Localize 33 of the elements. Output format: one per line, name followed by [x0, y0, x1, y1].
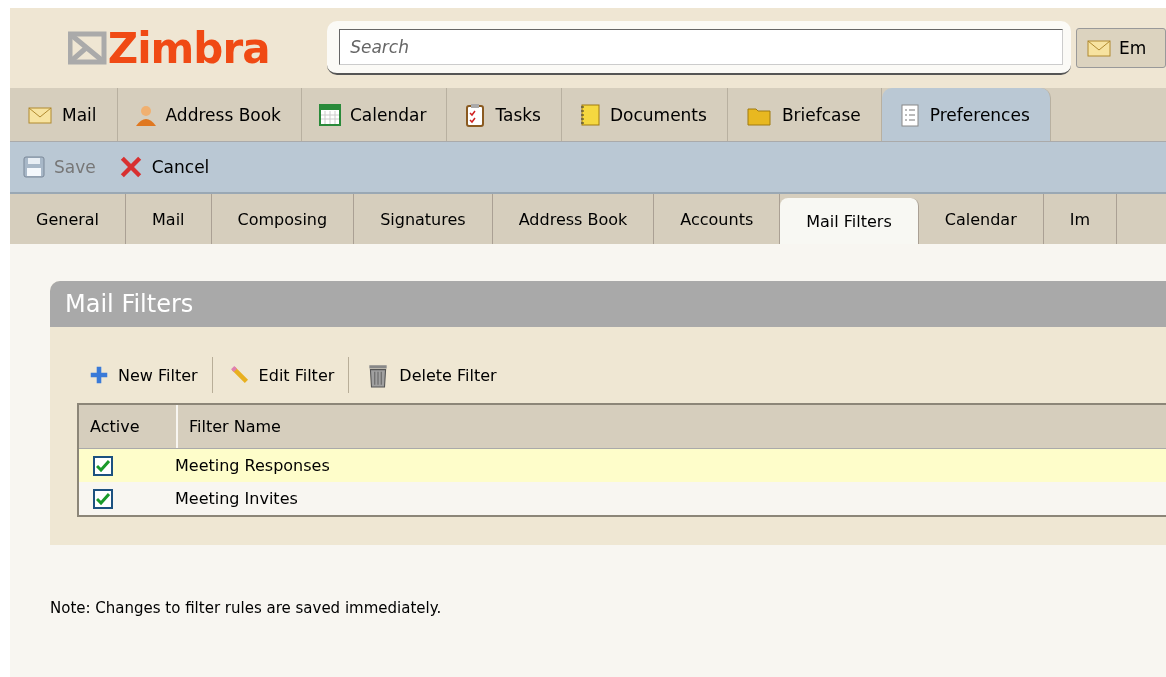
- app-tab[interactable]: Address Book: [117, 88, 302, 141]
- note-text: Note: Changes to filter rules are saved immediately.: [50, 599, 443, 617]
- app-tab[interactable]: Tasks: [447, 88, 562, 141]
- settings-section-tab[interactable]: Signatures: [354, 194, 493, 244]
- settings-section-tab[interactable]: Mail Filters: [780, 198, 919, 244]
- column-header[interactable]: Filter Name: [178, 405, 281, 448]
- filter-name: Meeting Invites: [175, 489, 298, 508]
- search-field[interactable]: Search: [339, 29, 1063, 65]
- filter-name: Meeting Responses: [175, 456, 330, 475]
- plus-icon: [88, 364, 110, 386]
- app-tab[interactable]: Preferences: [881, 88, 1051, 141]
- settings-section-tab[interactable]: Mail: [126, 194, 212, 244]
- active-checkbox[interactable]: [93, 455, 113, 476]
- settings-section-tab[interactable]: Calendar: [918, 194, 1044, 244]
- filter-action-button[interactable]: New Filter: [88, 364, 212, 386]
- app-tab[interactable]: Mail: [10, 88, 118, 141]
- app-tab[interactable]: Briefcase: [727, 88, 882, 141]
- search-mail-button[interactable]: Em: [1076, 28, 1166, 68]
- active-checkbox[interactable]: [93, 488, 113, 509]
- filter-action-button[interactable]: Delete Filter: [365, 361, 511, 389]
- settings-section-tab[interactable]: Im: [1043, 194, 1118, 244]
- filter-action-button[interactable]: Edit Filter: [228, 364, 349, 386]
- settings-section-tab[interactable]: General: [10, 194, 127, 244]
- logo: Zimbra: [107, 23, 270, 73]
- calendar-icon: [317, 102, 342, 127]
- filter-row[interactable]: Meeting Responses: [79, 449, 1166, 482]
- pencil-icon: [228, 364, 251, 386]
- panel-title: Mail Filters: [50, 281, 1166, 327]
- settings-section-tab[interactable]: Address Book: [492, 194, 655, 244]
- cancel-button[interactable]: Cancel: [117, 154, 210, 180]
- settings-section-tab[interactable]: Composing: [211, 194, 355, 244]
- app-tab[interactable]: Documents: [561, 88, 728, 141]
- app-tab[interactable]: Calendar: [301, 88, 448, 141]
